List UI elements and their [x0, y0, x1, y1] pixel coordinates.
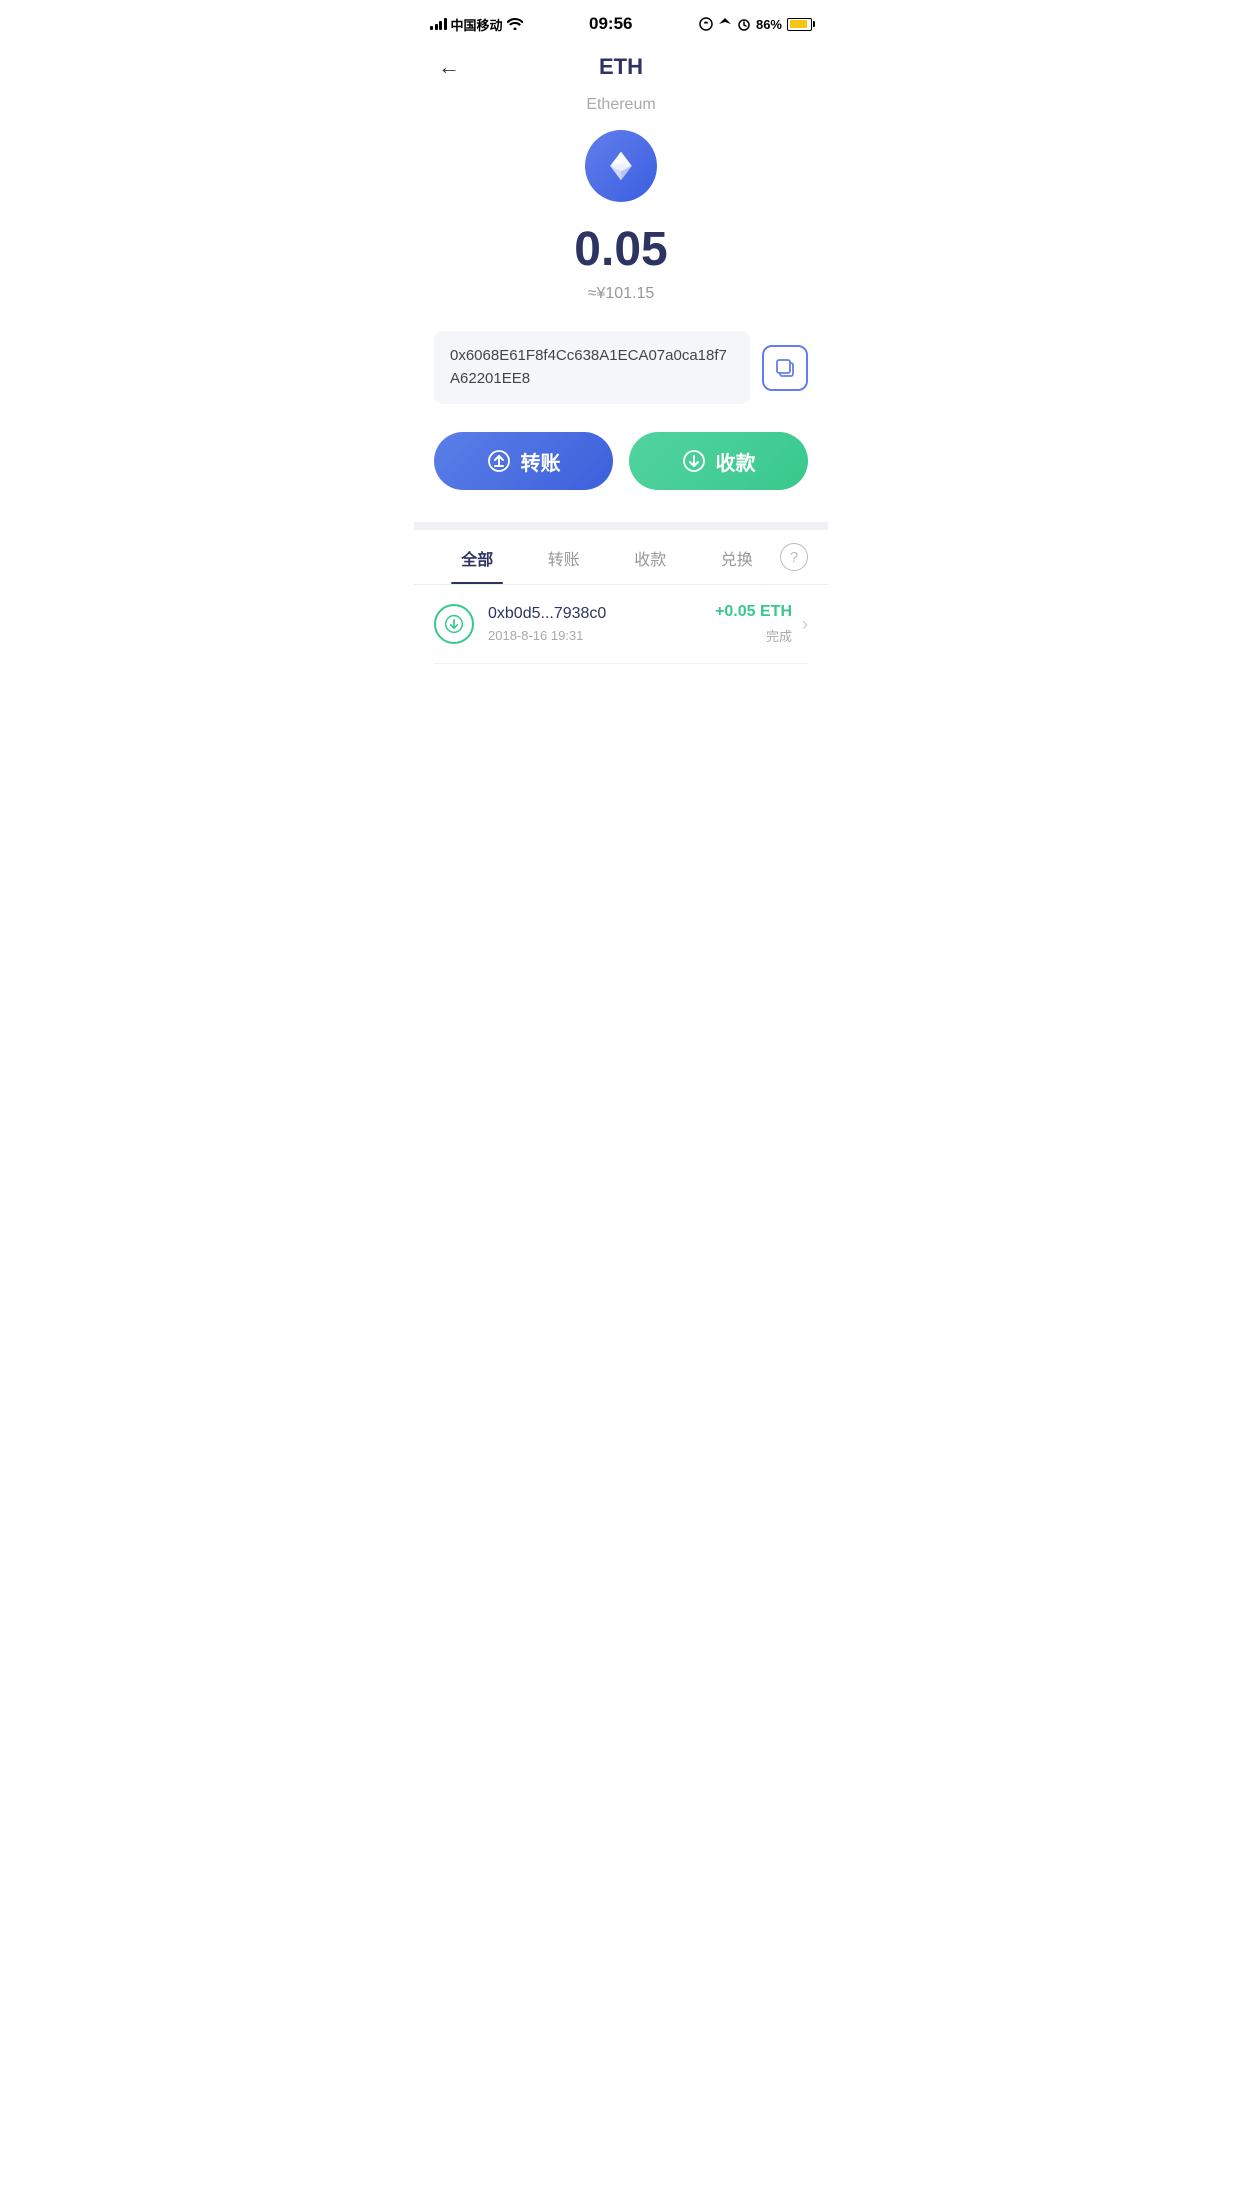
tab-exchange-label: 兑换 — [721, 552, 753, 569]
tabs-container: 全部 转账 收款 兑换 ? — [414, 530, 828, 585]
transfer-icon — [487, 449, 511, 473]
help-button[interactable]: ? — [780, 543, 808, 571]
alarm-icon — [737, 17, 751, 31]
tab-all[interactable]: 全部 — [434, 530, 521, 584]
tab-exchange[interactable]: 兑换 — [694, 530, 781, 584]
copy-icon — [774, 357, 796, 379]
ethereum-logo — [603, 148, 639, 184]
eth-coin-icon — [585, 130, 657, 202]
signal-icon — [430, 18, 447, 30]
receive-button[interactable]: 收款 — [629, 432, 808, 490]
wallet-address: 0x6068E61F8f4Cc638A1ECA07a0ca18f7A62201E… — [434, 331, 750, 404]
tx-amount-section: +0.05 ETH 完成 — [715, 603, 792, 645]
battery-icon — [787, 18, 812, 31]
header: ← ETH — [414, 44, 828, 96]
back-arrow-icon: ← — [438, 54, 460, 80]
action-buttons: 转账 收款 — [434, 432, 808, 490]
balance-fiat: ≈¥101.15 — [414, 285, 828, 303]
tx-date: 2018-8-16 19:31 — [488, 628, 715, 643]
receive-tx-icon — [444, 614, 464, 634]
transfer-label: 转账 — [521, 447, 561, 476]
status-right: 86% — [699, 17, 812, 32]
status-time: 09:56 — [589, 14, 632, 34]
balance-amount: 0.05 — [414, 222, 828, 277]
chevron-right-icon: › — [802, 614, 808, 635]
tx-details: 0xb0d5...7938c0 2018-8-16 19:31 — [488, 605, 715, 643]
wifi-icon — [507, 18, 523, 30]
page-title: ETH — [599, 54, 643, 80]
table-row[interactable]: 0xb0d5...7938c0 2018-8-16 19:31 +0.05 ET… — [434, 585, 808, 664]
transaction-list: 0xb0d5...7938c0 2018-8-16 19:31 +0.05 ET… — [414, 585, 828, 664]
status-left: 中国移动 — [430, 15, 523, 34]
receive-icon — [682, 449, 706, 473]
carrier-label: 中国移动 — [451, 15, 503, 34]
tx-status: 完成 — [715, 626, 792, 645]
receive-label: 收款 — [716, 447, 756, 476]
battery-percent: 86% — [756, 17, 782, 32]
transfer-button[interactable]: 转账 — [434, 432, 613, 490]
tab-transfer[interactable]: 转账 — [521, 530, 608, 584]
help-icon: ? — [790, 549, 798, 566]
tab-receive-label: 收款 — [634, 552, 666, 569]
status-bar: 中国移动 09:56 86% — [414, 0, 828, 44]
copy-address-button[interactable] — [762, 345, 808, 391]
tx-amount: +0.05 ETH — [715, 603, 792, 621]
address-container: 0x6068E61F8f4Cc638A1ECA07a0ca18f7A62201E… — [434, 331, 808, 404]
coin-icon-wrapper — [414, 130, 828, 202]
tab-transfer-label: 转账 — [548, 552, 580, 569]
lock-icon — [699, 17, 713, 31]
tx-address: 0xb0d5...7938c0 — [488, 605, 715, 623]
location-icon — [718, 17, 732, 31]
tab-receive[interactable]: 收款 — [607, 530, 694, 584]
tx-receive-icon — [434, 604, 474, 644]
back-button[interactable]: ← — [434, 50, 464, 84]
section-divider — [414, 522, 828, 530]
coin-subtitle: Ethereum — [414, 96, 828, 114]
tab-all-label: 全部 — [461, 552, 493, 569]
